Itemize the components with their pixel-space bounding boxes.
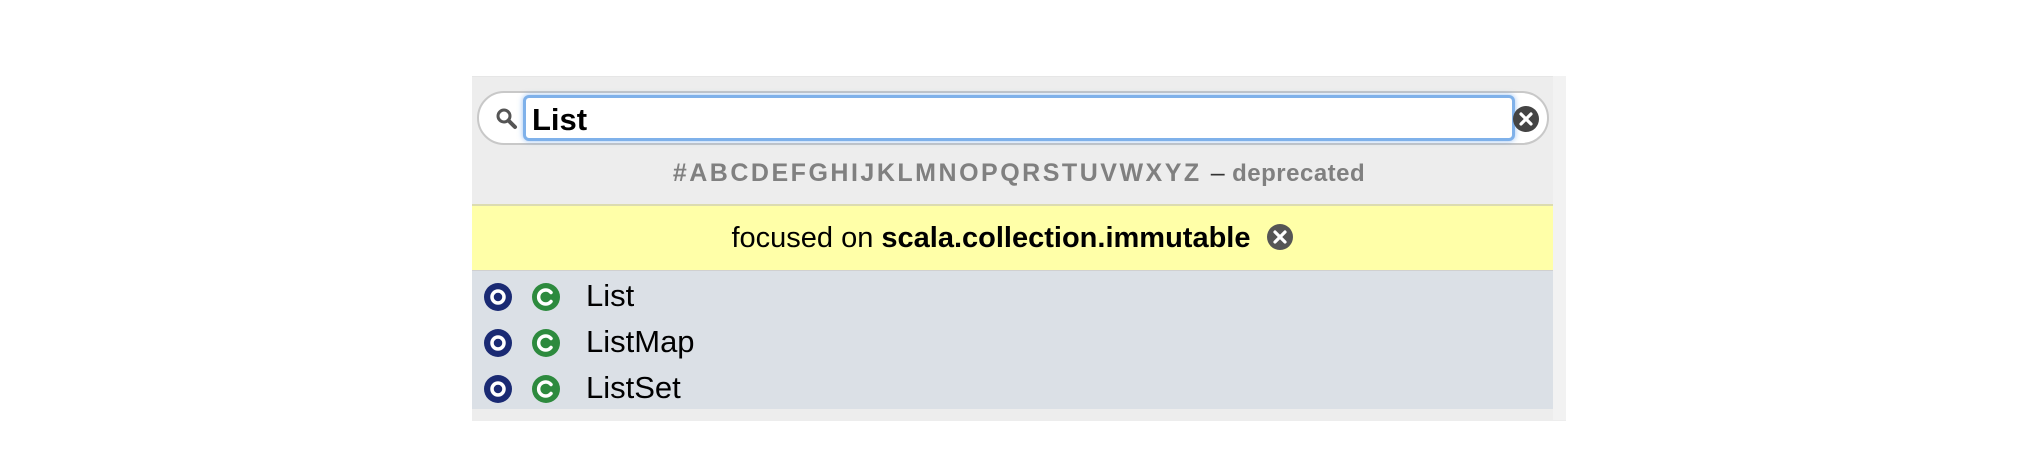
letter-link[interactable]: S — [1043, 159, 1060, 187]
letter-link[interactable]: V — [1100, 159, 1117, 187]
unfocus-icon[interactable] — [1265, 222, 1295, 252]
letter-link[interactable]: B — [710, 159, 729, 187]
class-badge-icon[interactable] — [530, 281, 562, 313]
letter-link[interactable]: X — [1146, 159, 1163, 187]
result-row[interactable]: List — [472, 273, 1554, 319]
class-badge-icon[interactable] — [530, 373, 562, 405]
letter-link[interactable]: L — [897, 159, 913, 187]
search-icon — [496, 108, 517, 129]
scrollbar-track[interactable] — [1553, 76, 1566, 420]
result-row[interactable]: ListSet — [472, 365, 1554, 411]
letter-link[interactable]: H — [830, 159, 849, 187]
letter-link[interactable]: O — [959, 159, 979, 187]
letter-link[interactable]: G — [808, 159, 828, 187]
letter-link[interactable]: P — [981, 159, 998, 187]
letter-link[interactable]: R — [1022, 159, 1041, 187]
letter-link[interactable]: W — [1119, 159, 1143, 187]
letter-link[interactable]: M — [915, 159, 936, 187]
letter-link[interactable]: K — [877, 159, 896, 187]
letter-link[interactable]: # — [673, 159, 687, 187]
result-name[interactable]: List — [586, 278, 634, 314]
result-name[interactable]: ListSet — [586, 370, 681, 406]
object-badge-icon[interactable] — [482, 373, 514, 405]
focus-package: scala.collection.immutable — [881, 222, 1251, 254]
letter-link[interactable]: A — [689, 159, 708, 187]
letter-link[interactable]: I — [851, 159, 858, 187]
clear-icon[interactable] — [1511, 104, 1541, 134]
letter-link[interactable]: J — [860, 159, 874, 187]
letter-link[interactable]: Y — [1165, 159, 1182, 187]
letter-link[interactable]: N — [939, 159, 958, 187]
letter-link[interactable]: U — [1080, 159, 1099, 187]
letter-link[interactable]: Z — [1184, 159, 1200, 187]
results-list: List ListMap ListSet — [472, 271, 1554, 409]
focus-prefix: focused on — [731, 222, 874, 254]
letter-link[interactable]: C — [730, 159, 749, 187]
letter-link[interactable]: F — [791, 159, 807, 187]
letter-link[interactable]: E — [771, 159, 788, 187]
letter-separator: – — [1210, 159, 1226, 187]
letter-links: #ABCDEFGHIJKLMNOPQRSTUVWXYZ — [672, 159, 1201, 187]
object-badge-icon[interactable] — [482, 281, 514, 313]
result-row[interactable]: ListMap — [472, 319, 1554, 365]
letter-link[interactable]: D — [751, 159, 770, 187]
search-box — [477, 91, 1549, 145]
letter-index: #ABCDEFGHIJKLMNOPQRSTUVWXYZ – deprecated — [472, 159, 1566, 188]
focus-bar: focused on scala.collection.immutable — [472, 204, 1554, 271]
result-name[interactable]: ListMap — [586, 324, 695, 360]
search-panel: #ABCDEFGHIJKLMNOPQRSTUVWXYZ–deprecated f… — [472, 76, 1566, 421]
deprecated-link[interactable]: deprecated — [1232, 160, 1365, 187]
class-badge-icon[interactable] — [530, 327, 562, 359]
letter-link[interactable]: T — [1062, 159, 1078, 187]
search-input[interactable] — [523, 95, 1515, 141]
object-badge-icon[interactable] — [482, 327, 514, 359]
letter-link[interactable]: Q — [1000, 159, 1020, 187]
